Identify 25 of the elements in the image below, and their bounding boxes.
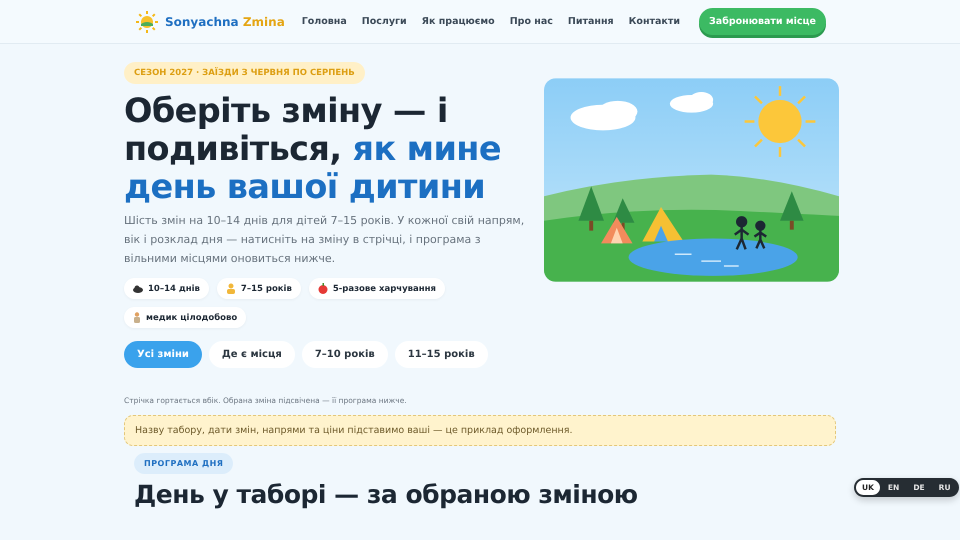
- nav-link[interactable]: Про нас: [510, 16, 553, 27]
- nav-link[interactable]: Питання: [568, 16, 614, 27]
- chip-label: 7–15 років: [240, 284, 292, 294]
- person-icon: [226, 283, 236, 294]
- cloud-icon: [133, 284, 143, 292]
- nav-link[interactable]: Контакти: [628, 16, 680, 27]
- sun-logo-icon: [134, 8, 160, 34]
- section-heading: День у таборі — за обраною зміною: [134, 480, 638, 509]
- chip-label: 10–14 днів: [148, 284, 200, 294]
- brand-name[interactable]: Sonyachna Zmina: [165, 14, 285, 28]
- filter-button[interactable]: 7–10 років: [302, 341, 388, 368]
- nav-link[interactable]: Як працюємо: [422, 16, 495, 27]
- apple-icon: [318, 283, 328, 294]
- hero-description: Шість змін на 10–14 днів для дітей 7–15 років. У кожної свій напрям, вік і розклад дня — натисніть на зміну в стрічці, і програма з вільними місцями оновиться нижче.: [124, 213, 526, 267]
- notice-banner: Назву табору, дати змін, напрями та ціни підставимо ваші — це приклад оформлення.: [124, 415, 836, 446]
- section-label: ПРОГРАМА ДНЯ: [134, 453, 234, 474]
- season-badge: СЕЗОН 2027 · ЗАЇЗДИ З ЧЕРВНЯ ПО СЕРПЕНЬ: [124, 62, 365, 84]
- nav-link[interactable]: Головна: [302, 16, 347, 27]
- filter-button[interactable]: Де є місця: [208, 341, 295, 368]
- nav-link[interactable]: Послуги: [362, 16, 407, 27]
- filter-button[interactable]: 11–15 років: [394, 341, 488, 368]
- person-icon: [133, 312, 141, 323]
- chip-label: медик цілодобово: [146, 312, 238, 322]
- hero-heading: Оберіть зміну — і подивіться, як мине день вашої дитини: [124, 92, 502, 206]
- chip-label: 5-разове харчування: [332, 284, 436, 294]
